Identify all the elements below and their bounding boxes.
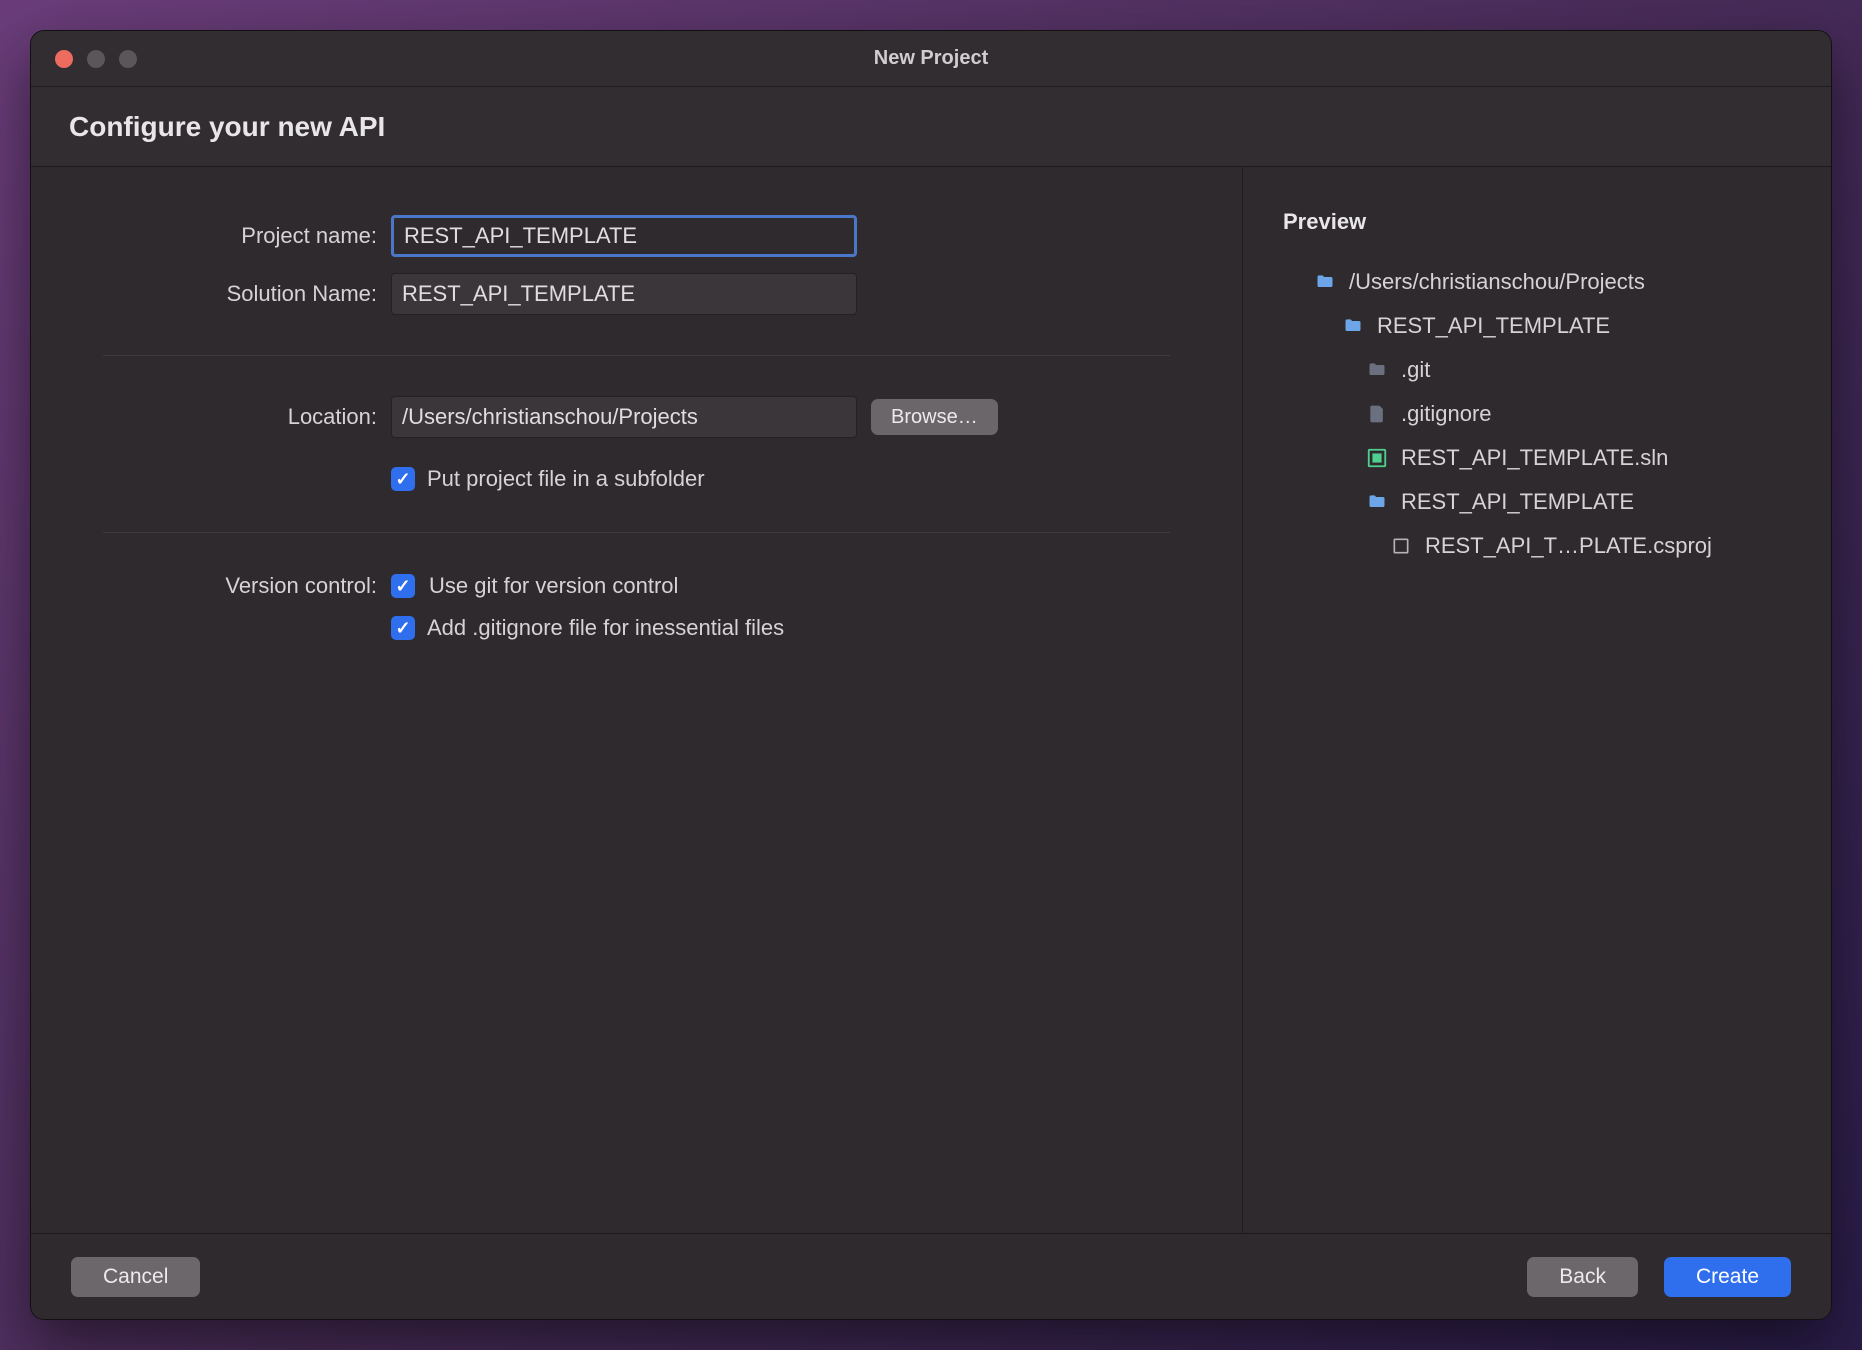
project-name-label: Project name: (67, 223, 377, 249)
solution-name-label: Solution Name: (67, 281, 377, 307)
location-input[interactable] (391, 396, 857, 438)
back-button[interactable]: Back (1527, 1257, 1638, 1297)
footer-right: Back Create (1527, 1257, 1791, 1297)
divider (103, 355, 1170, 356)
tree-label: .git (1401, 357, 1430, 383)
tree-inner-folder: REST_API_TEMPLATE (1365, 489, 1791, 515)
close-icon[interactable] (55, 50, 73, 68)
tree-git-folder: .git (1365, 357, 1791, 383)
gitignore-label: Add .gitignore file for inessential file… (427, 615, 784, 641)
create-button[interactable]: Create (1664, 1257, 1791, 1297)
solution-file-icon (1365, 446, 1389, 470)
use-git-checkbox[interactable]: ✓ (391, 574, 415, 598)
tree-label: .gitignore (1401, 401, 1492, 427)
preview-panel: Preview /Users/christianschou/Projects R… (1243, 167, 1831, 1233)
folder-icon (1341, 314, 1365, 338)
minimize-icon[interactable] (87, 50, 105, 68)
subfolder-checkbox-label: Put project file in a subfolder (427, 466, 705, 492)
tree-label: REST_API_TEMPLATE (1377, 313, 1610, 339)
divider (103, 532, 1170, 533)
cancel-button[interactable]: Cancel (71, 1257, 200, 1297)
subfolder-checkbox[interactable]: ✓ (391, 467, 415, 491)
preview-title: Preview (1283, 209, 1791, 235)
location-row: Location: Browse… (67, 396, 1206, 438)
location-label: Location: (67, 404, 377, 430)
tree-label: REST_API_TEMPLATE (1401, 489, 1634, 515)
project-name-row: Project name: (67, 215, 1206, 257)
version-control-row: Version control: ✓ Use git for version c… (67, 573, 1206, 599)
traffic-lights (55, 50, 137, 68)
page-subtitle: Configure your new API (69, 111, 385, 143)
tree-sln-file: REST_API_TEMPLATE.sln (1365, 445, 1791, 471)
folder-icon (1365, 358, 1389, 382)
folder-icon (1365, 490, 1389, 514)
browse-button[interactable]: Browse… (871, 399, 998, 435)
folder-icon (1313, 270, 1337, 294)
new-project-dialog: New Project Configure your new API Proje… (30, 30, 1832, 1320)
tree-label: REST_API_T…PLATE.csproj (1425, 533, 1712, 559)
gitignore-checkbox[interactable]: ✓ (391, 616, 415, 640)
footer: Cancel Back Create (31, 1233, 1831, 1319)
tree-project-folder: REST_API_TEMPLATE (1341, 313, 1791, 339)
solution-name-row: Solution Name: (67, 273, 1206, 315)
tree-gitignore-file: .gitignore (1365, 401, 1791, 427)
titlebar: New Project (31, 31, 1831, 87)
window-title: New Project (31, 47, 1831, 70)
maximize-icon[interactable] (119, 50, 137, 68)
preview-tree: /Users/christianschou/Projects REST_API_… (1283, 269, 1791, 559)
tree-label: REST_API_TEMPLATE.sln (1401, 445, 1668, 471)
solution-name-input[interactable] (391, 273, 857, 315)
version-control-label: Version control: (67, 573, 377, 599)
tree-csproj-file: REST_API_T…PLATE.csproj (1389, 533, 1791, 559)
file-icon (1365, 402, 1389, 426)
tree-root: /Users/christianschou/Projects (1313, 269, 1791, 295)
subfolder-checkbox-row: ✓ Put project file in a subfolder (391, 466, 1206, 492)
project-name-input[interactable] (391, 215, 857, 257)
use-git-label: Use git for version control (429, 573, 678, 599)
tree-label: /Users/christianschou/Projects (1349, 269, 1645, 295)
gitignore-checkbox-row: ✓ Add .gitignore file for inessential fi… (391, 615, 1206, 641)
subtitle-bar: Configure your new API (31, 87, 1831, 167)
project-file-icon (1389, 534, 1413, 558)
content-area: Project name: Solution Name: Location: B… (31, 167, 1831, 1233)
form-panel: Project name: Solution Name: Location: B… (31, 167, 1243, 1233)
